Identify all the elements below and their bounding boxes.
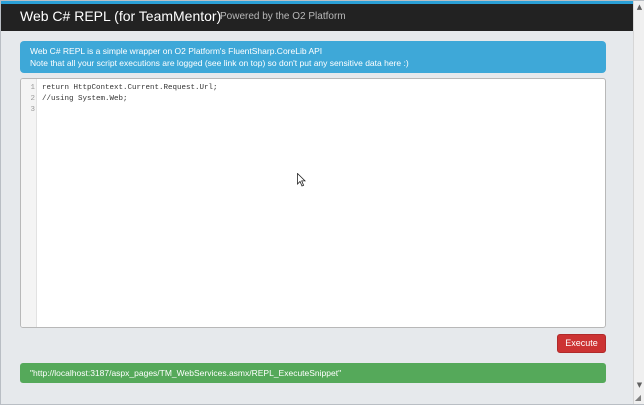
scroll-up-arrow-icon[interactable]: ▲: [635, 3, 644, 12]
code-line[interactable]: //using System.Web;: [42, 95, 128, 103]
info-line-1: Web C# REPL is a simple wrapper on O2 Pl…: [30, 46, 323, 56]
info-alert: Web C# REPL is a simple wrapper on O2 Pl…: [20, 41, 606, 73]
info-line-2: Note that all your script executions are…: [30, 58, 409, 68]
execute-button[interactable]: Execute: [557, 334, 606, 353]
code-line[interactable]: return HttpContext.Current.Request.Url;: [42, 84, 218, 92]
line-number: 1: [30, 84, 35, 92]
line-number-gutter: 1 2 3: [21, 79, 37, 327]
browser-window: Web C# REPL (for TeamMentor) Powered by …: [0, 0, 644, 405]
scroll-down-arrow-icon[interactable]: ▼: [635, 381, 644, 390]
vertical-scrollbar[interactable]: ▲ ▼: [633, 1, 644, 404]
top-navbar: Web C# REPL (for TeamMentor) Powered by …: [1, 1, 633, 31]
mouse-pointer-icon: [297, 173, 306, 187]
line-number: 2: [30, 95, 35, 103]
resize-grip-icon[interactable]: ◢: [633, 393, 643, 403]
app-title[interactable]: Web C# REPL (for TeamMentor): [20, 8, 221, 24]
result-output: "http://localhost:3187/aspx_pages/TM_Web…: [20, 363, 606, 383]
code-editor[interactable]: 1 2 3 return HttpContext.Current.Request…: [20, 78, 606, 328]
line-number: 3: [30, 106, 35, 114]
app-subtitle: Powered by the O2 Platform: [220, 11, 346, 22]
